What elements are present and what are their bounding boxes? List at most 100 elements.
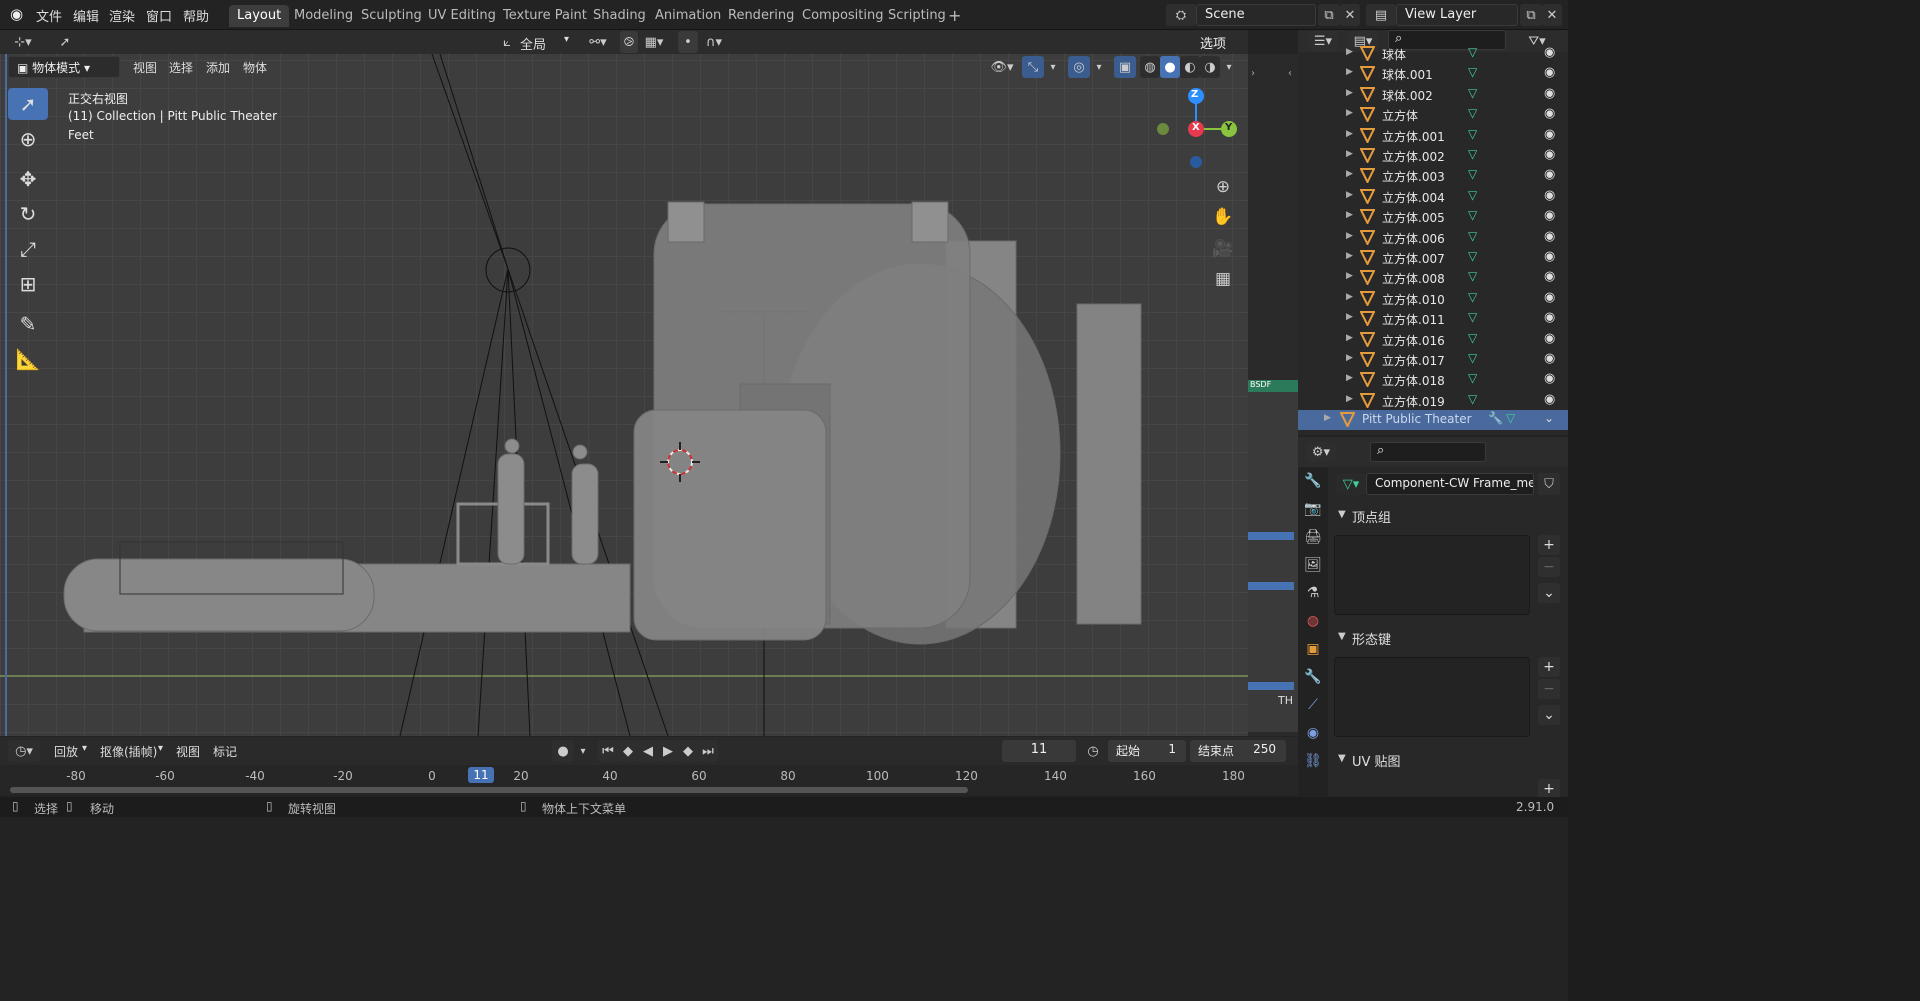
rotate-tool-icon[interactable]: ↻ [8, 198, 48, 230]
mesh-data-icon[interactable]: ▽ [1468, 290, 1477, 304]
add-shape-key-button[interactable]: + [1538, 657, 1560, 677]
tab-rendering[interactable]: Rendering [720, 5, 802, 27]
fake-user-shield-icon[interactable]: ⛉ [1538, 473, 1560, 495]
outliner-item-selected[interactable]: ▶ Pitt Public Theater 🔧 ▽ ⌄ [1298, 410, 1568, 430]
timeline-menu-marker[interactable]: 标记 [213, 743, 237, 760]
constraints-tab-icon[interactable]: ⛓ [1298, 747, 1328, 775]
timeline-menu-keying[interactable]: 抠像(插帧) [100, 743, 157, 760]
tab-shading[interactable]: Shading [585, 5, 654, 27]
expand-icon[interactable]: ▶ [1346, 353, 1353, 363]
outliner-item[interactable]: ▶ 立方体.007 ▽ ◉ [1298, 248, 1568, 268]
remove-vertex-group-button[interactable]: − [1538, 557, 1560, 577]
expand-icon[interactable]: ▶ [1346, 47, 1353, 57]
tab-compositing[interactable]: Compositing [794, 5, 892, 27]
mesh-data-icon[interactable]: ▽ [1468, 45, 1477, 59]
outliner-item[interactable]: ▶ 立方体.005 ▽ ◉ [1298, 207, 1568, 227]
blender-logo-icon[interactable]: ◉ [10, 5, 23, 23]
expand-icon[interactable]: ▶ [1346, 190, 1353, 200]
bsdf-node-header[interactable]: BSDF [1248, 380, 1298, 392]
mesh-data-icon[interactable]: ▽ [1468, 127, 1477, 141]
mesh-data-icon[interactable]: ▽ [1468, 392, 1477, 406]
current-frame-indicator[interactable]: 11 [468, 767, 494, 783]
tab-texture-paint[interactable]: Texture Paint [495, 5, 595, 27]
panel-shape-keys-title[interactable]: 形态键 [1352, 629, 1391, 648]
wireframe-shading-icon[interactable]: ◍ [1140, 56, 1160, 78]
outliner-item[interactable]: ▶ 立方体.008 ▽ ◉ [1298, 268, 1568, 288]
collapse-right-icon[interactable]: ‹ [1288, 68, 1292, 79]
end-frame-field[interactable]: 结束点 250 [1190, 740, 1286, 762]
transform-orientation-label[interactable]: 全局 [520, 34, 546, 53]
vertex-group-menu-button[interactable]: ⌄ [1538, 583, 1560, 603]
camera-icon[interactable]: 🎥 [1210, 236, 1236, 262]
move-tool-icon[interactable]: ✥ [8, 163, 48, 195]
scene-field[interactable]: Scene [1196, 4, 1316, 26]
outliner-item[interactable]: ▶ 立方体.018 ▽ ◉ [1298, 370, 1568, 390]
gizmo-toggle-icon[interactable]: ⤡ [1022, 56, 1044, 78]
mesh-data-icon[interactable]: ▽ [1468, 351, 1477, 365]
remove-shape-key-button[interactable]: − [1538, 679, 1560, 699]
mesh-data-icon[interactable]: ▽ [1468, 106, 1477, 120]
collapse-icon[interactable]: ⌄ [1544, 411, 1554, 425]
outliner-item[interactable]: ▶ 立方体.019 ▽ ◉ [1298, 391, 1568, 411]
expand-icon[interactable]: ▶ [1346, 333, 1353, 343]
output-tab-icon[interactable]: 🖨 [1298, 523, 1328, 551]
expand-icon[interactable]: ▶ [1346, 292, 1353, 302]
rendered-shading-icon[interactable]: ◑ [1200, 56, 1220, 78]
new-scene-icon[interactable]: ⧉ [1318, 4, 1340, 26]
visibility-eye-icon[interactable]: ◉ [1544, 249, 1555, 264]
3d-viewport[interactable]: Z Y X 正交右视图 (11) Collection | Pitt Publi… [0, 54, 1248, 736]
visibility-eye-icon[interactable]: ◉ [1544, 229, 1555, 244]
scene-browse-icon[interactable]: ⛭ [1166, 4, 1196, 26]
visibility-eye-icon[interactable]: ◉ [1544, 106, 1555, 121]
expand-icon[interactable]: ▶ [1346, 373, 1353, 383]
outliner-item[interactable]: ▶ 球体.001 ▽ ◉ [1298, 64, 1568, 84]
scale-tool-icon[interactable]: ⤢ [8, 233, 48, 265]
vertex-groups-list[interactable] [1334, 535, 1530, 615]
proportional-edit-icon[interactable]: • [678, 31, 698, 53]
zoom-icon[interactable]: ⊕ [1210, 174, 1236, 200]
keying-dropdown-icon[interactable]: ▾ [158, 743, 163, 754]
select-tool-icon[interactable]: ➚ [8, 88, 48, 120]
panel-shape-keys-chevron-icon[interactable]: ▼ [1338, 631, 1346, 642]
shading-dropdown-icon[interactable]: ▾ [1222, 56, 1236, 78]
visibility-eye-icon[interactable]: ◉ [1544, 269, 1555, 284]
object-tab-icon[interactable]: ▣ [1298, 635, 1328, 663]
mesh-data-icon[interactable]: ▽ [1468, 310, 1477, 324]
expand-icon[interactable]: ▶ [1346, 129, 1353, 139]
menu-render[interactable]: 渲染 [109, 6, 135, 25]
visibility-eye-icon[interactable]: ◉ [1544, 371, 1555, 386]
mesh-data-browse-icon[interactable]: ▽▾ [1336, 473, 1366, 495]
panel-uv-maps-title[interactable]: UV 贴图 [1352, 751, 1401, 770]
visibility-eye-icon[interactable]: ◉ [1544, 86, 1555, 101]
mesh-data-icon[interactable]: ▽ [1468, 331, 1477, 345]
play-reverse-icon[interactable]: ◀ [638, 740, 658, 762]
visibility-eye-icon[interactable]: ◉ [1544, 147, 1555, 162]
annotate-tool-icon[interactable]: ✎ [8, 308, 48, 340]
outliner-item[interactable]: ▶ 立方体.002 ▽ ◉ [1298, 146, 1568, 166]
add-uv-map-button[interactable]: + [1538, 779, 1560, 797]
preview-range-clock-icon[interactable]: ◷ [1082, 740, 1104, 762]
overlay-dropdown-icon[interactable]: ▾ [1092, 56, 1106, 78]
panel-vertex-groups-title[interactable]: 顶点组 [1352, 507, 1391, 526]
select-box-icon[interactable]: ➚ [52, 31, 78, 53]
visibility-eye-icon[interactable]: ◉ [1544, 65, 1555, 80]
particles-tab-icon[interactable]: ⟋ [1298, 691, 1328, 719]
outliner-item[interactable]: ▶ 立方体.006 ▽ ◉ [1298, 228, 1568, 248]
scene-tab-icon[interactable]: ⚗ [1298, 579, 1328, 607]
expand-icon[interactable]: ▶ [1346, 169, 1353, 179]
outliner-item[interactable]: ▶ 立方体.011 ▽ ◉ [1298, 309, 1568, 329]
mesh-name-field[interactable]: Component-CW Frame_mesh_ [1366, 473, 1534, 495]
expand-icon[interactable]: ▶ [1346, 88, 1353, 98]
view-layer-tab-icon[interactable]: 🖼 [1298, 551, 1328, 579]
mesh-data-icon[interactable]: ▽ [1468, 147, 1477, 161]
panel-uv-maps-chevron-icon[interactable]: ▼ [1338, 753, 1346, 764]
properties-editor-type-icon[interactable]: ⚙▾ [1306, 442, 1336, 462]
modifier-tab-icon[interactable]: 🔧 [1298, 663, 1328, 691]
view-layer-browse-icon[interactable]: ▤ [1366, 4, 1396, 26]
transform-orientation-icon[interactable]: ⟀ [496, 31, 518, 53]
mesh-data-icon[interactable]: ▽ [1506, 411, 1515, 425]
add-workspace-button[interactable]: + [940, 3, 969, 25]
keying-set-dropdown-icon[interactable]: ▾ [576, 740, 590, 762]
expand-icon[interactable]: ▶ [1346, 271, 1353, 281]
visibility-eye-icon[interactable]: ◉ [1544, 392, 1555, 407]
